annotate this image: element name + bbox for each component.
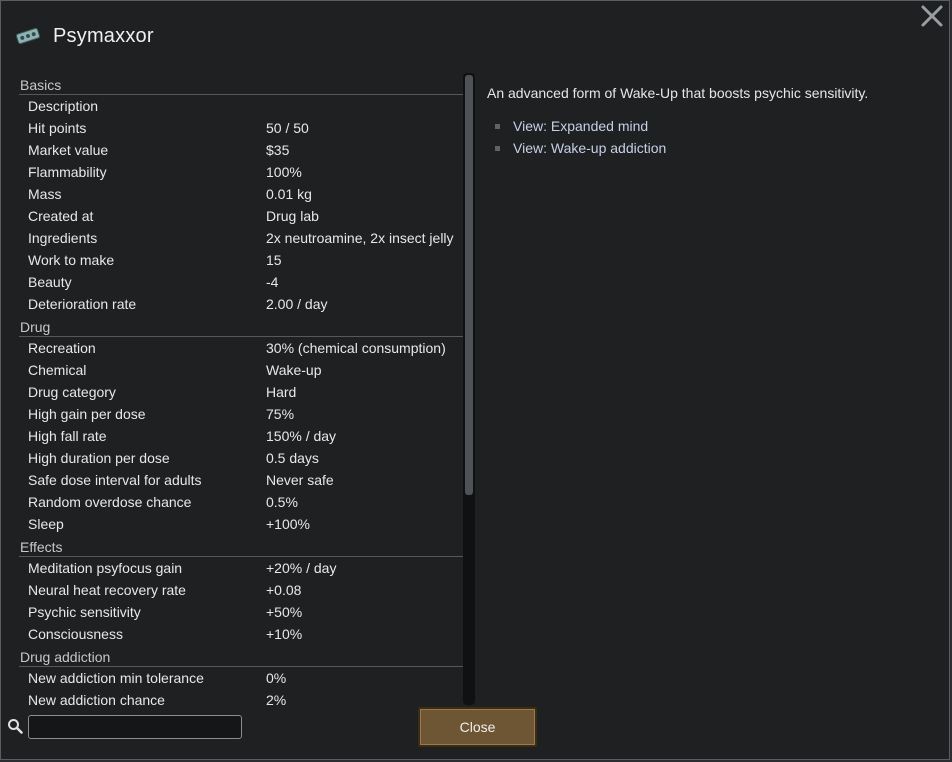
stat-row[interactable]: Drug category Hard xyxy=(19,381,463,403)
stat-label: Sleep xyxy=(28,516,64,532)
section-header: Effects xyxy=(19,535,463,557)
stat-label: Market value xyxy=(28,142,109,158)
stat-value: 0.5% xyxy=(266,494,298,510)
section-header: Drug addiction xyxy=(19,645,463,667)
link-wake-up-addiction[interactable]: View: Wake-up addiction xyxy=(487,137,927,159)
stat-label: Flammability xyxy=(28,164,107,180)
stat-value: 0.5 days xyxy=(266,450,319,466)
stat-row[interactable]: Flammability 100% xyxy=(19,161,463,183)
search-input[interactable] xyxy=(28,715,242,739)
stat-label: High fall rate xyxy=(28,428,107,444)
stat-value: Wake-up xyxy=(266,362,322,378)
stat-label: New addiction chance xyxy=(28,692,165,705)
stat-value: $35 xyxy=(266,142,290,158)
stat-value: +0.08 xyxy=(266,582,302,598)
stat-row[interactable]: High gain per dose 75% xyxy=(19,403,463,425)
stat-row[interactable]: Chemical Wake-up xyxy=(19,359,463,381)
stat-row[interactable]: Work to make 15 xyxy=(19,249,463,271)
stat-label: Psychic sensitivity xyxy=(28,604,141,620)
stat-row[interactable]: Mass 0.01 kg xyxy=(19,183,463,205)
stat-value: 100% xyxy=(266,164,302,180)
stat-row[interactable]: High duration per dose 0.5 days xyxy=(19,447,463,469)
stat-label: Consciousness xyxy=(28,626,123,642)
hyperlink-list: View: Expanded mind View: Wake-up addict… xyxy=(487,115,927,159)
scrollbar-thumb[interactable] xyxy=(465,75,473,495)
link-label[interactable]: View: Expanded mind xyxy=(513,118,648,134)
stat-label: Created at xyxy=(28,208,94,224)
stat-row[interactable]: Market value $35 xyxy=(19,139,463,161)
stat-row[interactable]: Deterioration rate 2.00 / day xyxy=(19,293,463,315)
stat-row[interactable]: Created at Drug lab xyxy=(19,205,463,227)
stat-row[interactable]: Safe dose interval for adults Never safe xyxy=(19,469,463,491)
stat-value: +50% xyxy=(266,604,303,620)
stat-value: 75% xyxy=(266,406,295,422)
stat-value: 0% xyxy=(266,670,287,686)
stat-row[interactable]: Beauty -4 xyxy=(19,271,463,293)
stat-value: +20% / day xyxy=(266,560,337,576)
stat-row[interactable]: New addiction min tolerance 0% xyxy=(19,667,463,689)
stat-row[interactable]: New addiction chance 2% xyxy=(19,689,463,705)
stats-list[interactable]: Basics Description Hit points 50 / 50 Market… xyxy=(19,73,463,705)
stat-value: 0.01 kg xyxy=(266,186,312,202)
stat-label: High gain per dose xyxy=(28,406,146,422)
stats-scrollbar[interactable] xyxy=(463,73,475,705)
stat-row[interactable]: Neural heat recovery rate +0.08 xyxy=(19,579,463,601)
stat-value: Never safe xyxy=(266,472,334,488)
stat-label: Drug category xyxy=(28,384,116,400)
stat-row[interactable]: Random overdose chance 0.5% xyxy=(19,491,463,513)
stat-value: 2.00 / day xyxy=(266,296,328,312)
title-row: Psymaxxor xyxy=(15,21,154,51)
stat-value: 50 / 50 xyxy=(266,120,309,136)
stat-row[interactable]: High fall rate 150% / day xyxy=(19,425,463,447)
bullet-icon xyxy=(495,145,500,151)
link-expanded-mind[interactable]: View: Expanded mind xyxy=(487,115,927,137)
description-text: An advanced form of Wake-Up that boosts … xyxy=(487,85,869,101)
stat-row[interactable]: Ingredients 2x neutroamine, 2x insect jel… xyxy=(19,227,463,249)
stat-value: 15 xyxy=(266,252,282,268)
stat-label: Meditation psyfocus gain xyxy=(28,560,183,576)
stat-value: 150% / day xyxy=(266,428,337,444)
stat-value: Hard xyxy=(266,384,297,400)
drug-pills-icon xyxy=(16,27,40,45)
stat-label: Deterioration rate xyxy=(28,296,137,312)
stat-value: 2% xyxy=(266,692,287,705)
close-button[interactable]: Close xyxy=(418,707,537,747)
description-pane: An advanced form of Wake-Up that boosts … xyxy=(487,83,927,159)
stat-label: Hit points xyxy=(28,120,87,136)
stat-label: Chemical xyxy=(28,362,87,378)
bullet-icon xyxy=(495,123,500,129)
stat-label: Work to make xyxy=(28,252,115,268)
stat-row[interactable]: Hit points 50 / 50 xyxy=(19,117,463,139)
stat-row[interactable]: Sleep +100% xyxy=(19,513,463,535)
stat-label: New addiction min tolerance xyxy=(28,670,204,686)
section-header: Drug xyxy=(19,315,463,337)
stat-label: Description xyxy=(28,98,99,114)
stat-value: +100% xyxy=(266,516,310,532)
stat-value: -4 xyxy=(266,274,279,290)
stat-value: Drug lab xyxy=(266,208,319,224)
stat-label: Neural heat recovery rate xyxy=(28,582,186,598)
stat-label: Beauty xyxy=(28,274,72,290)
stat-label: High duration per dose xyxy=(28,450,170,466)
stat-value: +10% xyxy=(266,626,303,642)
link-label[interactable]: View: Wake-up addiction xyxy=(513,140,666,156)
search-icon xyxy=(8,719,23,734)
stat-label: Random overdose chance xyxy=(28,494,192,510)
close-x-icon[interactable] xyxy=(919,3,945,29)
stat-label: Recreation xyxy=(28,340,96,356)
stat-label: Mass xyxy=(28,186,62,202)
stat-value: 30% (chemical consumption) xyxy=(266,340,446,356)
stat-row[interactable]: Recreation 30% (chemical consumption) xyxy=(19,337,463,359)
stat-row[interactable]: Meditation psyfocus gain +20% / day xyxy=(19,557,463,579)
stat-row[interactable]: Description xyxy=(19,95,463,117)
window-title: Psymaxxor xyxy=(53,24,154,47)
stat-label: Ingredients xyxy=(28,230,98,246)
info-dialog: Psymaxxor Basics Description Hit points 50 … xyxy=(0,0,950,760)
stat-value: 2x neutroamine, 2x insect jelly xyxy=(266,230,454,246)
stat-row[interactable]: Consciousness +10% xyxy=(19,623,463,645)
section-header: Basics xyxy=(19,73,463,95)
stat-label: Safe dose interval for adults xyxy=(28,472,202,488)
stat-row[interactable]: Psychic sensitivity +50% xyxy=(19,601,463,623)
